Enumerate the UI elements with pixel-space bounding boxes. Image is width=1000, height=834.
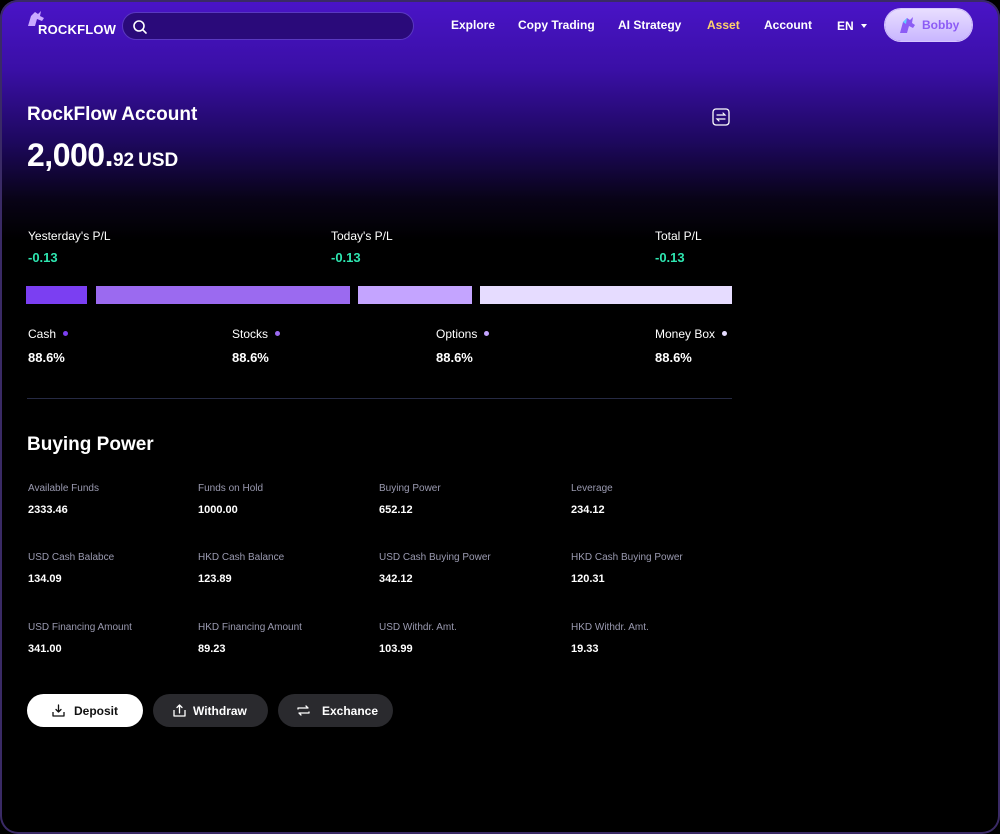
nav-explore[interactable]: Explore (451, 18, 495, 32)
exchange-icon (297, 705, 310, 716)
hkd-financing-amount-label: HKD Financing Amount (198, 622, 302, 633)
available-funds-value: 2333.46 (28, 504, 68, 516)
allocation-bar-cash (26, 286, 87, 304)
allocation-bar-stocks (96, 286, 350, 304)
usd-withdrawable-amount-value: 103.99 (379, 643, 413, 655)
withdraw-icon (173, 704, 186, 717)
usd-financing-amount-label: USD Financing Amount (28, 622, 132, 633)
allocation-value-cash: 88.6% (28, 350, 65, 365)
buying-power-label: Buying Power (379, 483, 441, 494)
usd-financing-amount-value: 341.00 (28, 643, 62, 655)
account-balance: 2,000.92 USD (27, 137, 178, 174)
today-pl-label: Today's P/L (331, 229, 393, 243)
hkd-withdrawable-amount-value: 19.33 (571, 643, 599, 655)
allocation-bar-money-box (480, 286, 732, 304)
hkd-cash-balance-value: 123.89 (198, 573, 232, 585)
leverage-label: Leverage (571, 483, 613, 494)
yesterday-pl-label: Yesterday's P/L (28, 229, 111, 243)
hkd-cash-balance-label: HKD Cash Balance (198, 552, 285, 563)
buying-power-title: Buying Power (27, 434, 154, 455)
app-window: ROCKFLOW Explore Copy Trading AI Strateg… (0, 0, 1000, 834)
deposit-icon (52, 704, 65, 717)
logo-text: ROCKFLOW (38, 22, 117, 37)
switch-account-icon[interactable] (712, 108, 730, 126)
account-title: RockFlow Account (27, 104, 198, 125)
funds-on-hold-value: 1000.00 (198, 504, 238, 516)
deposit-label: Deposit (74, 704, 119, 718)
hkd-withdrawable-amount-label: HKD Withdr. Amt. (571, 622, 649, 633)
section-divider (27, 398, 732, 399)
allocation-value-stocks: 88.6% (232, 350, 269, 365)
allocation-label-options: Options (436, 327, 490, 341)
exchange-label: Exchance (322, 704, 379, 718)
avatar-icon (900, 17, 915, 33)
total-pl-value: -0.13 (655, 250, 685, 265)
top-nav: ROCKFLOW Explore Copy Trading AI Strateg… (0, 0, 1000, 54)
user-name: Bobby (922, 18, 960, 32)
allocation-label-stocks: Stocks (232, 327, 281, 341)
stocks-dot-icon (275, 331, 281, 337)
total-pl-label: Total P/L (655, 229, 702, 243)
leverage-value: 234.12 (571, 504, 605, 516)
nav-asset[interactable]: Asset (707, 18, 740, 32)
balance-integer: 2,000. (27, 137, 113, 173)
rockflow-logo[interactable]: ROCKFLOW (26, 10, 116, 38)
today-pl-value: -0.13 (331, 250, 361, 265)
hkd-financing-amount-value: 89.23 (198, 643, 226, 655)
usd-cash-buying-power-value: 342.12 (379, 573, 413, 585)
balance-currency: USD (138, 150, 179, 171)
user-menu-button[interactable]: Bobby (885, 9, 972, 41)
hkd-cash-buying-power-value: 120.31 (571, 573, 605, 585)
usd-cash-balance-value: 134.09 (28, 573, 62, 585)
exchange-button[interactable]: Exchance (278, 694, 393, 727)
caret-down-icon[interactable] (860, 22, 868, 30)
usd-cash-balance-label: USD Cash Balabce (28, 552, 115, 563)
withdraw-button[interactable]: Withdraw (153, 694, 268, 727)
allocation-value-options: 88.6% (436, 350, 473, 365)
balance-decimal: 92 (112, 150, 135, 171)
available-funds-label: Available Funds (28, 483, 99, 494)
buying-power-value: 652.12 (379, 504, 413, 516)
cash-dot-icon (63, 331, 69, 337)
nav-account[interactable]: Account (764, 18, 812, 32)
allocation-bar-options (358, 286, 472, 304)
hkd-cash-buying-power-label: HKD Cash Buying Power (571, 552, 683, 563)
withdraw-label: Withdraw (193, 704, 247, 718)
funds-on-hold-label: Funds on Hold (198, 483, 264, 494)
nav-ai-strategy[interactable]: AI Strategy (618, 18, 681, 32)
nav-copy-trading[interactable]: Copy Trading (518, 18, 595, 32)
money-box-dot-icon (722, 331, 728, 337)
language-selector[interactable]: EN (837, 19, 854, 33)
search-icon (133, 20, 147, 34)
allocation-label-money-box: Money Box (655, 327, 728, 341)
allocation-label-cash: Cash (28, 327, 69, 341)
usd-cash-buying-power-label: USD Cash Buying Power (379, 552, 491, 563)
options-dot-icon (484, 331, 490, 337)
usd-withdrawable-amount-label: USD Withdr. Amt. (379, 622, 457, 633)
deposit-button[interactable]: Deposit (27, 694, 143, 727)
search-input[interactable] (122, 12, 414, 40)
allocation-value-money-box: 88.6% (655, 350, 692, 365)
yesterday-pl-value: -0.13 (28, 250, 58, 265)
